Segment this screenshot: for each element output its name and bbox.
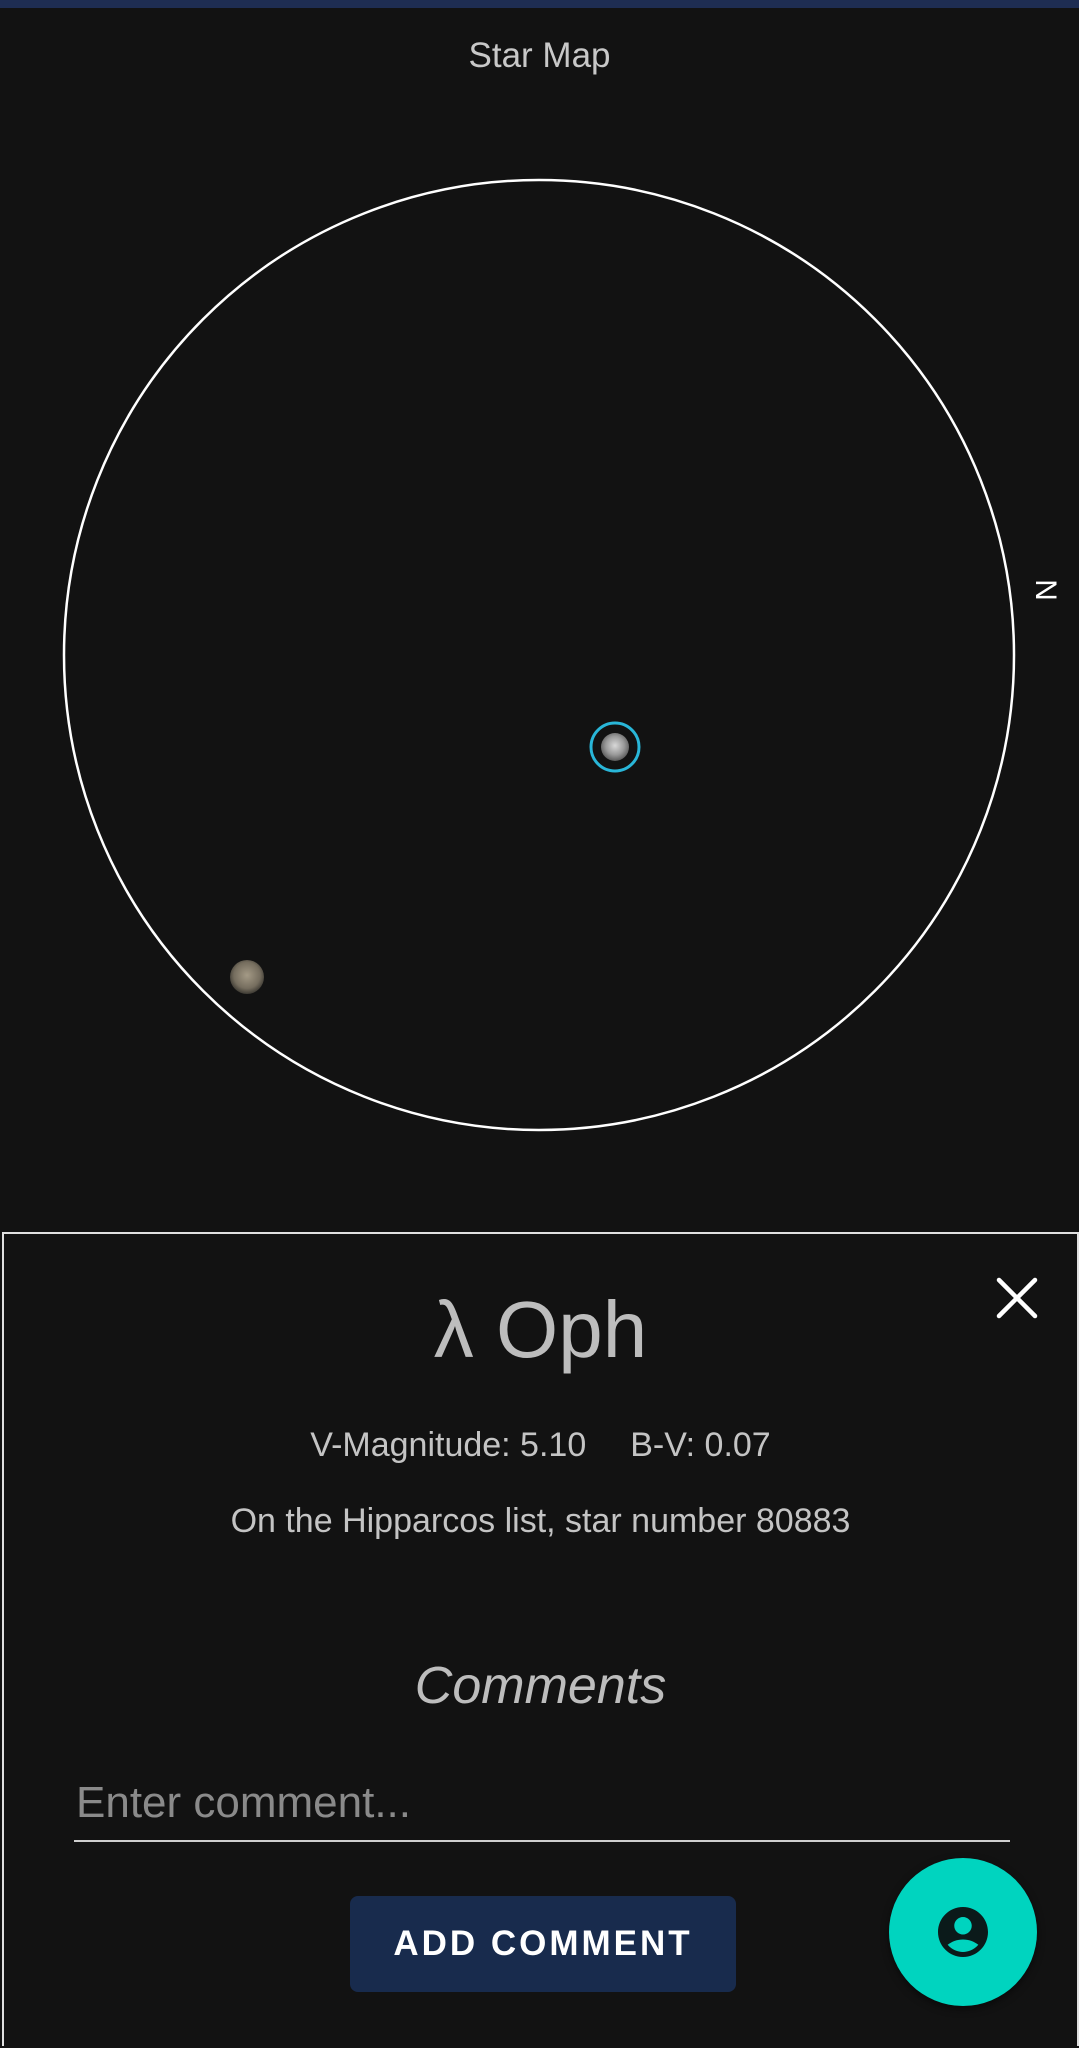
- v-magnitude: V-Magnitude: 5.10: [310, 1426, 587, 1464]
- compass-north-label: N: [1029, 579, 1062, 601]
- star-map[interactable]: N: [0, 100, 1079, 1230]
- star-magnitudes: V-Magnitude: 5.10 B-V: 0.07: [4, 1426, 1077, 1465]
- account-fab[interactable]: [889, 1858, 1037, 2006]
- star-name: λ Oph: [433, 1285, 648, 1374]
- star-map-screen: Star Map N λ Oph V-Magnitude: 5.10 B-V: …: [0, 0, 1079, 2048]
- catalog-info: On the Hipparcos list, star number 80883: [230, 1502, 851, 1540]
- page-title: Star Map: [468, 36, 611, 75]
- top-strip: [0, 0, 1079, 8]
- star[interactable]: [230, 960, 264, 994]
- sky-circle: [62, 178, 1016, 1132]
- add-comment-button[interactable]: ADD COMMENT: [350, 1896, 736, 1992]
- selected-star[interactable]: [601, 733, 629, 761]
- b-v-index: B-V: 0.07: [630, 1426, 771, 1464]
- comment-input[interactable]: [74, 1772, 1010, 1842]
- comments-heading: Comments: [414, 1657, 667, 1715]
- account-circle-icon: [938, 1907, 988, 1957]
